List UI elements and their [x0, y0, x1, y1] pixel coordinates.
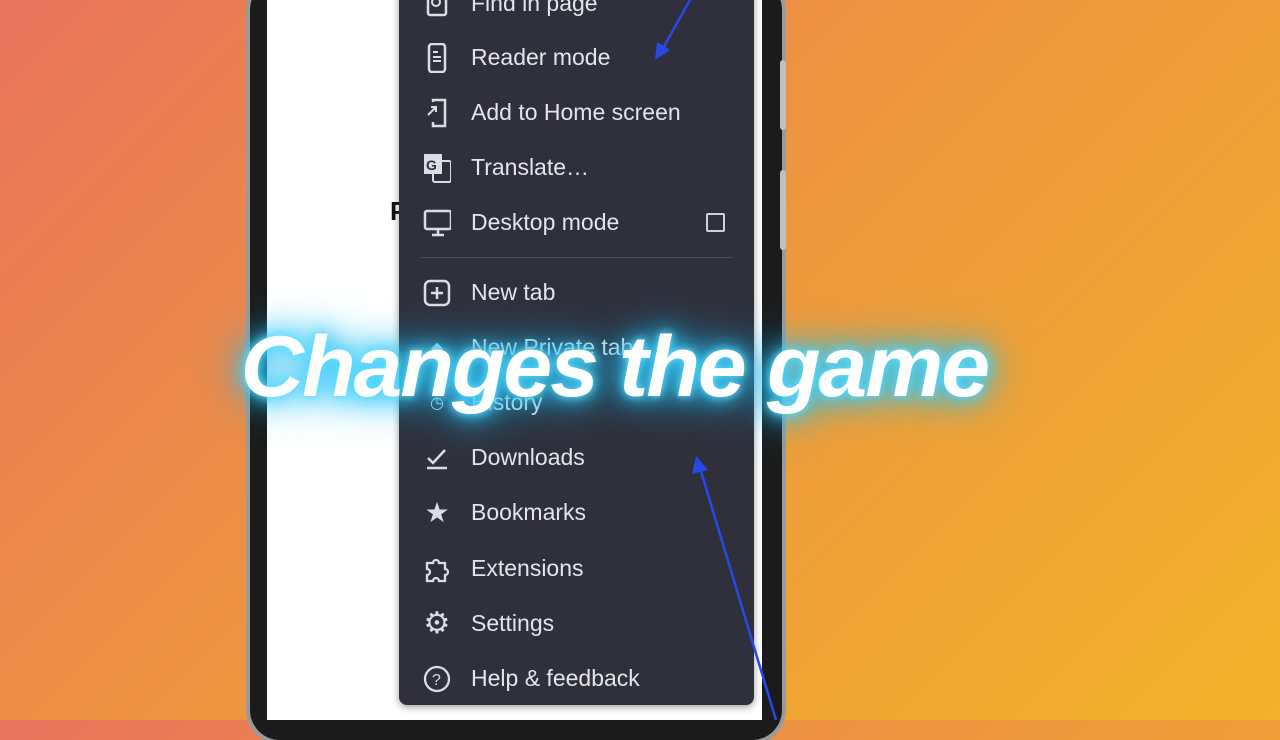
arrow-to-downloads [692, 456, 778, 720]
caption-overlay: Changes the game [240, 319, 990, 415]
arrow-to-reader-mode [655, 0, 692, 60]
